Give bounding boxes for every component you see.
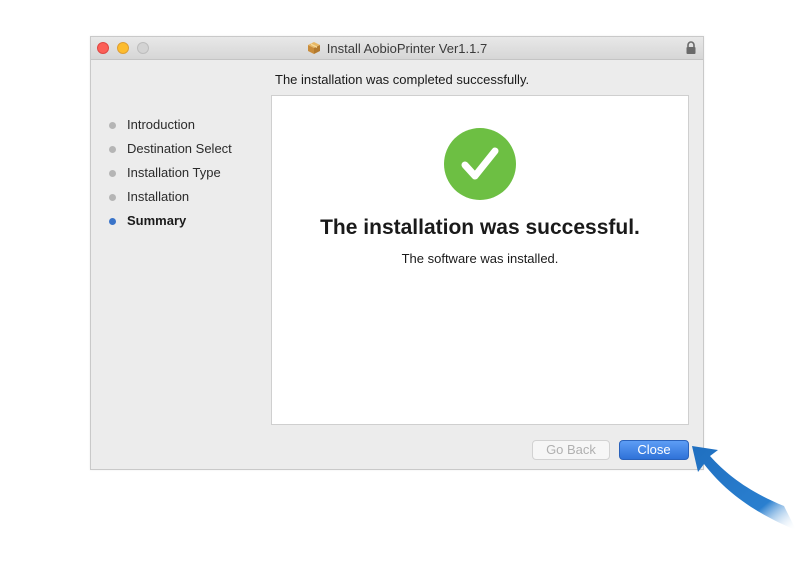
success-subtitle: The software was installed. — [401, 251, 559, 266]
sidebar-item-destination-select: Destination Select — [107, 141, 232, 165]
window-title-group: Install AobioPrinter Ver1.1.7 — [91, 37, 703, 59]
curved-arrow-icon — [692, 446, 796, 530]
step-dot-icon — [109, 122, 116, 129]
completion-message: The installation was completed successfu… — [275, 72, 530, 87]
sidebar-item-installation: Installation — [107, 189, 232, 213]
step-dot-icon — [109, 194, 116, 201]
sidebar-item-label: Destination Select — [127, 141, 232, 156]
window-title: Install AobioPrinter Ver1.1.7 — [326, 40, 488, 56]
sidebar-item-summary: Summary — [107, 213, 232, 237]
close-button[interactable]: Close — [619, 440, 689, 460]
lock-icon[interactable] — [685, 41, 697, 55]
package-icon — [307, 42, 320, 54]
screenshot-stage: Install AobioPrinter Ver1.1.7 The instal… — [0, 0, 800, 573]
success-heading: The installation was successful. — [320, 216, 640, 239]
checkmark-circle-icon — [444, 128, 516, 200]
installer-window: Install AobioPrinter Ver1.1.7 The instal… — [90, 36, 704, 470]
sidebar-item-installation-type: Installation Type — [107, 165, 232, 189]
go-back-button[interactable]: Go Back — [532, 440, 610, 460]
step-dot-icon — [109, 170, 116, 177]
sidebar-item-label: Introduction — [127, 117, 195, 132]
step-dot-icon — [109, 146, 116, 153]
sidebar-item-introduction: Introduction — [107, 117, 232, 141]
step-dot-active-icon — [109, 218, 116, 225]
title-bar[interactable]: Install AobioPrinter Ver1.1.7 — [91, 37, 703, 60]
sidebar-item-label: Summary — [127, 213, 187, 228]
summary-panel: The installation was successful. The sof… — [271, 95, 689, 425]
sidebar-item-label: Installation — [127, 189, 190, 204]
installer-steps-sidebar: Introduction Destination Select Installa… — [107, 117, 232, 237]
sidebar-item-label: Installation Type — [127, 165, 221, 180]
